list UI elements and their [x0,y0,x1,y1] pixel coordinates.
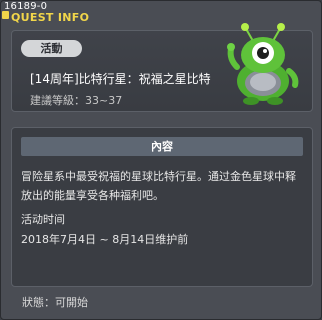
recommended-level: 建議等級：33~37 [30,94,123,107]
content-header: 內容 [21,137,303,156]
quest-description: 冒险星系中最受祝福的星球比特行星。通过金色星球中释放出的能量享受各种福利吧。 [21,170,296,202]
quest-status: 狀態：可開始 [22,296,88,309]
event-time-label: 活动时间 [21,213,65,226]
quest-icon [2,11,9,19]
event-time-value: 2018年7月4日 ~ 8月14日维护前 [21,233,189,246]
category-tag: 活動 [21,40,82,57]
quest-name: [14周年]比特行星：祝福之星比特 [30,72,211,86]
quest-content-panel: 內容 [11,127,313,287]
alien-mascot-icon [227,23,299,105]
quest-info-window: 16189-0 QUEST INFO 活動 [14周年]比特行星：祝福之星比特 … [0,0,322,320]
window-title: QUEST INFO [11,11,90,24]
